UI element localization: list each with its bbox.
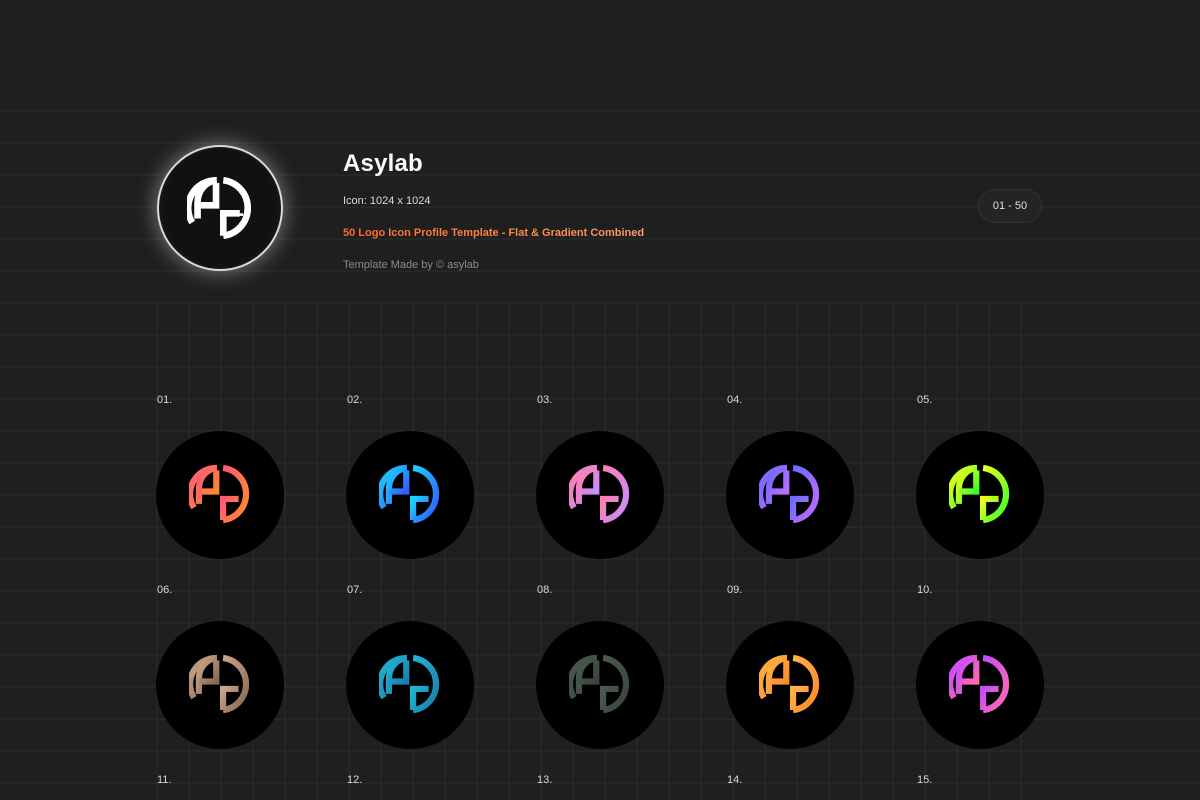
item-number-label: 05. <box>917 394 933 406</box>
item-number-label: 10. <box>917 584 933 596</box>
item-number-label: 07. <box>347 584 363 596</box>
asylab-logo-icon <box>569 654 630 714</box>
asylab-logo-icon <box>759 654 820 714</box>
logo-variant-tile <box>916 431 1044 559</box>
asylab-logo-icon <box>187 176 252 239</box>
item-number-label: 06. <box>157 584 173 596</box>
asylab-logo-icon <box>189 464 250 524</box>
item-number-label: 09. <box>727 584 743 596</box>
item-number-label: 02. <box>347 394 363 406</box>
logo-variant-tile <box>726 431 854 559</box>
credit-text: Template Made by © asylab <box>343 259 479 271</box>
logo-variant-tile <box>156 621 284 749</box>
logo-variant-tile <box>346 621 474 749</box>
item-number-label: 12. <box>347 774 363 786</box>
asylab-logo-icon <box>949 654 1010 714</box>
asylab-logo-icon <box>759 464 820 524</box>
item-number-label: 14. <box>727 774 743 786</box>
logo-variant-tile <box>536 431 664 559</box>
asylab-logo-icon <box>379 654 440 714</box>
icon-size-label: Icon: 1024 x 1024 <box>343 195 431 207</box>
template-subtitle: 50 Logo Icon Profile Template - Flat & G… <box>343 227 645 239</box>
item-number-label: 01. <box>157 394 173 406</box>
hero-logo <box>157 145 283 271</box>
asylab-logo-icon <box>949 464 1010 524</box>
page-title: Asylab <box>343 150 423 177</box>
asylab-logo-icon <box>379 464 440 524</box>
range-badge: 01 - 50 <box>978 189 1042 223</box>
logo-variant-tile <box>916 621 1044 749</box>
item-number-label: 08. <box>537 584 553 596</box>
item-number-label: 03. <box>537 394 553 406</box>
logo-variant-tile <box>536 621 664 749</box>
item-number-label: 11. <box>157 774 172 786</box>
logo-variant-tile <box>726 621 854 749</box>
asylab-logo-icon <box>189 654 250 714</box>
asylab-logo-icon <box>569 464 630 524</box>
logo-variant-tile <box>156 431 284 559</box>
item-number-label: 04. <box>727 394 743 406</box>
logo-variant-tile <box>346 431 474 559</box>
item-number-label: 15. <box>917 774 933 786</box>
item-number-label: 13. <box>537 774 553 786</box>
